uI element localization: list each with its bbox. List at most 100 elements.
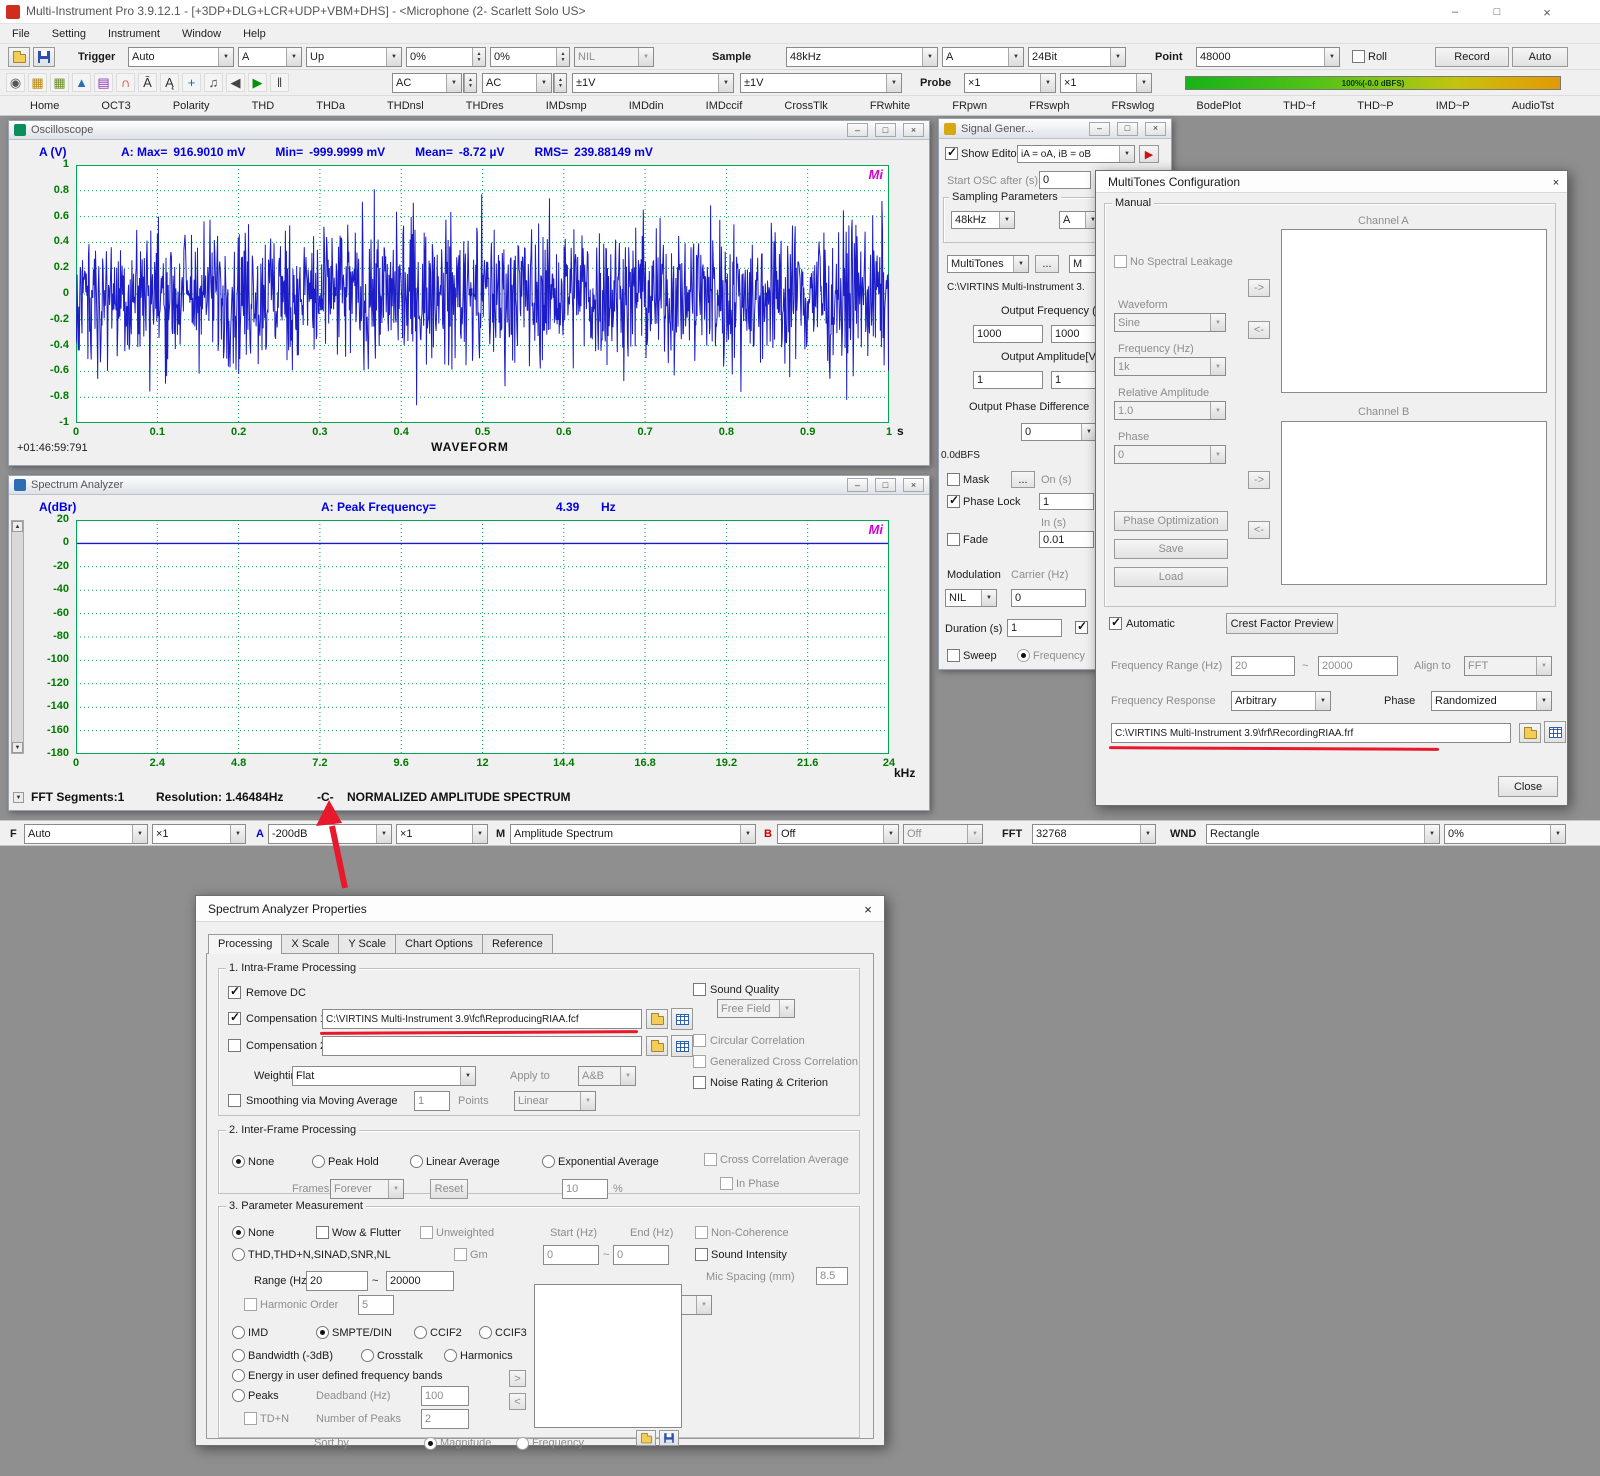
harmonics-radio[interactable] — [444, 1349, 457, 1362]
browse-compensation1-button[interactable] — [646, 1009, 668, 1029]
panel-tab[interactable]: IMD~P — [1432, 99, 1474, 113]
close-button[interactable]: × — [903, 478, 924, 492]
peaks-radio[interactable] — [232, 1389, 245, 1402]
trigger-edge-dropdown[interactable]: Up — [306, 47, 402, 67]
edit-compensation2-table-button[interactable] — [671, 1035, 693, 1057]
smoothing-type-dropdown[interactable]: Linear — [514, 1091, 596, 1111]
frf-path-input[interactable]: C:\VIRTINS Multi-Instrument 3.9\frf\Reco… — [1111, 723, 1511, 743]
chevron-down-icon[interactable] — [472, 825, 487, 843]
sort-magnitude-radio[interactable] — [424, 1437, 437, 1450]
trigger-delay-spinner[interactable]: 0% — [490, 47, 570, 67]
load-bands-button[interactable] — [636, 1430, 656, 1446]
close-button[interactable]: × — [903, 123, 924, 137]
minimize-button[interactable]: – — [847, 478, 868, 492]
browse-multitones-button[interactable]: ... — [1035, 255, 1059, 273]
crest-factor-preview-button[interactable]: Crest Factor Preview — [1226, 613, 1338, 634]
cross-correlation-average-checkbox[interactable] — [704, 1153, 717, 1166]
multimeter-icon[interactable]: ◉ — [6, 73, 25, 92]
edit-compensation1-table-button[interactable] — [671, 1008, 693, 1030]
fft-size-dropdown[interactable]: 32768 — [1032, 824, 1156, 844]
spec-scroll-down-icon[interactable]: ▼ — [13, 792, 24, 803]
trigger-magnet-icon[interactable]: ∩ — [116, 73, 135, 92]
pm-none-radio[interactable] — [232, 1226, 245, 1239]
chevron-down-icon[interactable] — [376, 825, 391, 843]
routing-dropdown[interactable]: iA = oA, iB = oB — [1017, 145, 1135, 163]
harmonic-order-input[interactable]: 5 — [358, 1295, 394, 1315]
menu-item[interactable]: Window — [178, 27, 225, 41]
chevron-down-icon[interactable] — [1136, 74, 1151, 92]
on-s-input[interactable]: 1 — [1039, 493, 1094, 510]
close-dialog-button[interactable]: Close — [1498, 776, 1558, 797]
compensation1-path-input[interactable]: C:\VIRTINS Multi-Instrument 3.9\fcf\Repr… — [322, 1009, 642, 1029]
panel-tab[interactable]: OCT3 — [97, 99, 134, 113]
remove-band-button[interactable]: < — [509, 1393, 526, 1410]
restore-button[interactable]: □ — [875, 478, 896, 492]
phase-optimization-button[interactable]: Phase Optimization — [1114, 511, 1228, 531]
panel-tab[interactable]: Polarity — [169, 99, 214, 113]
chevron-down-icon[interactable] — [536, 74, 551, 92]
derived-dataset-icon[interactable]: ▦ — [50, 73, 69, 92]
exponential-percent-input[interactable]: 10 — [562, 1179, 608, 1199]
chevron-down-icon[interactable] — [1008, 48, 1023, 66]
no-spectral-leakage-checkbox[interactable] — [1114, 255, 1127, 268]
coupling-b-dropdown[interactable]: AC — [482, 73, 552, 93]
edit-frf-table-button[interactable] — [1544, 721, 1566, 743]
panel-tab[interactable]: IMDsmp — [542, 99, 591, 113]
properties-tab[interactable]: Y Scale — [338, 934, 396, 954]
spinner-arrows-icon[interactable] — [556, 48, 569, 66]
chevron-down-icon[interactable] — [1110, 48, 1125, 66]
sample-channel-dropdown[interactable]: A — [942, 47, 1024, 67]
start-hz-input[interactable]: 0 — [543, 1245, 599, 1265]
marker-a-icon[interactable]: Ā — [138, 73, 157, 92]
panel-tab[interactable]: FRpwn — [948, 99, 991, 113]
chevron-down-icon[interactable] — [1324, 48, 1339, 66]
waveform-a-dropdown[interactable]: MultiTones — [947, 255, 1029, 273]
duration-input[interactable]: 1 — [1007, 619, 1062, 637]
wow-flutter-checkbox[interactable] — [316, 1226, 329, 1239]
compensation1-checkbox[interactable] — [228, 1012, 241, 1025]
sound-device-icon[interactable]: ♫ — [204, 73, 223, 92]
sound-quality-checkbox[interactable] — [693, 983, 706, 996]
save-bands-button[interactable] — [659, 1430, 679, 1446]
panel-tab[interactable]: THDa — [312, 99, 349, 113]
chevron-down-icon[interactable] — [886, 74, 901, 92]
chevron-down-icon[interactable] — [386, 48, 401, 66]
f-mult-dropdown[interactable]: ×1 — [152, 824, 246, 844]
add-band-button[interactable]: > — [509, 1370, 526, 1387]
channel-b-listbox[interactable] — [1281, 421, 1547, 585]
chevron-down-icon[interactable] — [1119, 146, 1134, 162]
frequency-response-dropdown[interactable]: Arbitrary — [1231, 691, 1331, 711]
relative-amplitude-dropdown[interactable]: 1.0 — [1114, 401, 1226, 420]
start-osc-input[interactable]: 0 — [1039, 171, 1091, 189]
panel-tab[interactable]: THDnsl — [383, 99, 428, 113]
app-minimize-button[interactable]: – — [1441, 4, 1469, 20]
chevron-down-icon[interactable] — [1013, 256, 1028, 272]
tdn-checkbox[interactable] — [244, 1412, 257, 1425]
sound-field-dropdown[interactable]: Free Field — [717, 999, 795, 1018]
trigger-source-dropdown[interactable]: A — [238, 47, 302, 67]
frequency-max-input[interactable]: 20000 — [1318, 656, 1398, 676]
close-button[interactable]: × — [858, 901, 878, 918]
close-button[interactable]: × — [1548, 175, 1564, 190]
smpte-radio[interactable] — [316, 1326, 329, 1339]
scroll-down-button[interactable]: ▼ — [12, 742, 23, 753]
in-phase-checkbox[interactable] — [720, 1177, 733, 1190]
frequency-a-input[interactable]: 1000 — [973, 325, 1043, 343]
roll-checkbox[interactable] — [1352, 50, 1365, 63]
trigger-level-spinner[interactable]: 0% — [406, 47, 486, 67]
imd-radio[interactable] — [232, 1326, 245, 1339]
chevron-down-icon[interactable] — [883, 825, 898, 843]
duration-loop-checkbox[interactable] — [1075, 621, 1088, 634]
end-hz-input[interactable]: 0 — [613, 1245, 669, 1265]
panel-tab[interactable]: THD~f — [1279, 99, 1319, 113]
probe-b-dropdown[interactable]: ×1 — [1060, 73, 1152, 93]
probe-a-dropdown[interactable]: ×1 — [964, 73, 1056, 93]
align-to-dropdown[interactable]: FFT — [1464, 656, 1552, 676]
save-button[interactable] — [33, 47, 55, 67]
chevron-down-icon[interactable] — [718, 74, 733, 92]
compensation2-path-input[interactable] — [322, 1036, 642, 1056]
compensation2-checkbox[interactable] — [228, 1039, 241, 1052]
menu-item[interactable]: Instrument — [104, 27, 164, 41]
restore-button[interactable]: □ — [875, 123, 896, 137]
gen-sample-rate-dropdown[interactable]: 48kHz — [951, 211, 1015, 229]
